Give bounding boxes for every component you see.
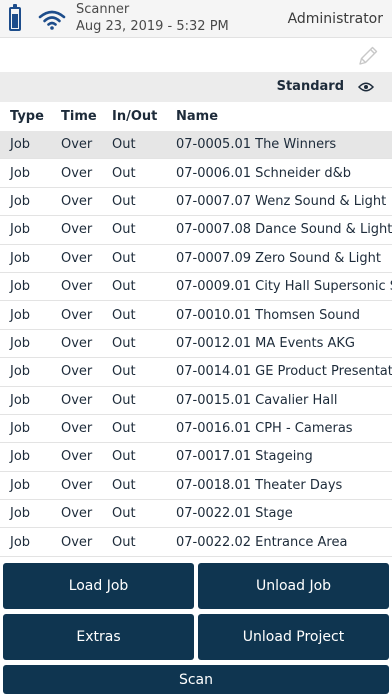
cell-in-out: Out xyxy=(112,335,136,351)
table-row[interactable]: Job Over Out 07-0022.01 Stage xyxy=(0,500,392,529)
table-row[interactable]: Job Over Out 07-0007.07 Wenz Sound & Light xyxy=(0,188,392,217)
cell-time: Over xyxy=(61,279,93,295)
cell-name: 07-0015.01 Cavalier Hall xyxy=(176,392,338,408)
cell-in-out: Out xyxy=(112,534,136,550)
table-row[interactable]: Job Over Out 07-0010.01 Thomsen Sound xyxy=(0,301,392,330)
table-row[interactable]: Job Over Out 07-0016.01 CPH - Cameras xyxy=(0,415,392,444)
cell-type: Job xyxy=(10,307,31,323)
table-row[interactable]: Job Over Out 07-0006.01 Schneider d&b xyxy=(0,159,392,188)
cell-name: 07-0005.01 The Winners xyxy=(176,137,337,153)
column-header-name[interactable]: Name xyxy=(176,109,218,124)
view-label[interactable]: Standard xyxy=(277,79,344,94)
cell-in-out: Out xyxy=(112,279,136,295)
cell-time: Over xyxy=(61,222,93,238)
cell-in-out: Out xyxy=(112,307,136,323)
scan-button[interactable]: Scan xyxy=(3,665,389,694)
cell-name: 07-0007.08 Dance Sound & Light xyxy=(176,222,392,238)
cell-type: Job xyxy=(10,421,31,437)
datetime: Aug 23, 2019 - 5:32 PM xyxy=(76,19,229,34)
table-row[interactable]: Job Over Out 07-0022.02 Entrance Area xyxy=(0,528,392,557)
wifi-icon xyxy=(38,10,66,30)
cell-time: Over xyxy=(61,449,93,465)
table-row[interactable]: Job Over Out 07-0012.01 MA Events AKG xyxy=(0,330,392,359)
cell-type: Job xyxy=(10,193,31,209)
battery-icon xyxy=(9,4,21,31)
cell-in-out: Out xyxy=(112,137,136,153)
table-row[interactable]: Job Over Out 07-0014.01 GE Product Presenta… xyxy=(0,358,392,387)
cell-type: Job xyxy=(10,165,31,181)
pencil-icon[interactable] xyxy=(356,44,380,68)
table-row[interactable]: Job Over Out 07-0007.08 Dance Sound & Light xyxy=(0,216,392,245)
cell-type: Job xyxy=(10,222,31,238)
table-row[interactable]: Job Over Out 07-0009.01 City Hall Supersoni… xyxy=(0,273,392,302)
cell-in-out: Out xyxy=(112,392,136,408)
job-list[interactable]: Job Over Out 07-0005.01 The Winners Job Over… xyxy=(0,131,392,557)
cell-type: Job xyxy=(10,250,31,266)
eye-icon[interactable] xyxy=(358,81,374,93)
status-bar: Scanner Aug 23, 2019 - 5:32 PM Administr… xyxy=(0,0,392,38)
table-row[interactable]: Job Over Out 07-0005.01 The Winners xyxy=(0,131,392,160)
cell-time: Over xyxy=(61,506,93,522)
cell-time: Over xyxy=(61,165,93,181)
cell-in-out: Out xyxy=(112,193,136,209)
cell-name: 07-0007.07 Wenz Sound & Light xyxy=(176,193,387,209)
action-panel: Load Job Unload Job Extras Unload Projec… xyxy=(0,560,392,696)
unload-project-button[interactable]: Unload Project xyxy=(198,614,389,660)
cell-time: Over xyxy=(61,421,93,437)
cell-in-out: Out xyxy=(112,165,136,181)
user-name[interactable]: Administrator xyxy=(288,11,383,27)
column-header-type[interactable]: Type xyxy=(10,109,44,124)
device-label: Scanner xyxy=(76,2,130,17)
cell-in-out: Out xyxy=(112,506,136,522)
cell-name: 07-0006.01 Schneider d&b xyxy=(176,165,351,181)
cell-in-out: Out xyxy=(112,421,136,437)
cell-name: 07-0012.01 MA Events AKG xyxy=(176,335,356,351)
cell-type: Job xyxy=(10,392,31,408)
cell-name: 07-0022.02 Entrance Area xyxy=(176,534,348,550)
cell-name: 07-0014.01 GE Product Presentation xyxy=(176,364,392,380)
edit-bar xyxy=(0,39,392,72)
table-row[interactable]: Job Over Out 07-0007.09 Zero Sound & Light xyxy=(0,245,392,273)
cell-in-out: Out xyxy=(112,250,136,266)
cell-type: Job xyxy=(10,449,31,465)
cell-name: 07-0017.01 Stageing xyxy=(176,449,313,465)
cell-time: Over xyxy=(61,477,93,493)
cell-name: 07-0022.01 Stage xyxy=(176,506,293,522)
cell-time: Over xyxy=(61,193,93,209)
extras-button[interactable]: Extras xyxy=(3,614,194,660)
cell-time: Over xyxy=(61,307,93,323)
cell-type: Job xyxy=(10,534,31,550)
table-row[interactable]: Job Over Out 07-0017.01 Stageing xyxy=(0,443,392,472)
cell-time: Over xyxy=(61,335,93,351)
cell-name: 07-0009.01 City Hall Supersonic Sou xyxy=(176,279,392,295)
cell-type: Job xyxy=(10,279,31,295)
cell-time: Over xyxy=(61,137,93,153)
cell-in-out: Out xyxy=(112,449,136,465)
column-header-in-out[interactable]: In/Out xyxy=(112,109,157,124)
table-header: Type Time In/Out Name xyxy=(0,102,392,131)
cell-time: Over xyxy=(61,534,93,550)
cell-type: Job xyxy=(10,335,31,351)
cell-time: Over xyxy=(61,250,93,266)
cell-time: Over xyxy=(61,392,93,408)
cell-name: 07-0010.01 Thomsen Sound xyxy=(176,307,360,323)
cell-name: 07-0007.09 Zero Sound & Light xyxy=(176,250,381,266)
cell-in-out: Out xyxy=(112,364,136,380)
cell-type: Job xyxy=(10,506,31,522)
cell-type: Job xyxy=(10,364,31,380)
column-header-time[interactable]: Time xyxy=(61,109,97,124)
view-selector[interactable]: Standard xyxy=(0,72,392,102)
table-row[interactable]: Job Over Out 07-0018.01 Theater Days xyxy=(0,472,392,501)
cell-in-out: Out xyxy=(112,477,136,493)
cell-name: 07-0018.01 Theater Days xyxy=(176,477,343,493)
cell-in-out: Out xyxy=(112,222,136,238)
load-job-button[interactable]: Load Job xyxy=(3,563,194,609)
cell-type: Job xyxy=(10,477,31,493)
unload-job-button[interactable]: Unload Job xyxy=(198,563,389,609)
table-row[interactable]: Job Over Out 07-0015.01 Cavalier Hall xyxy=(0,387,392,415)
cell-type: Job xyxy=(10,137,31,153)
cell-name: 07-0016.01 CPH - Cameras xyxy=(176,421,353,437)
cell-time: Over xyxy=(61,364,93,380)
